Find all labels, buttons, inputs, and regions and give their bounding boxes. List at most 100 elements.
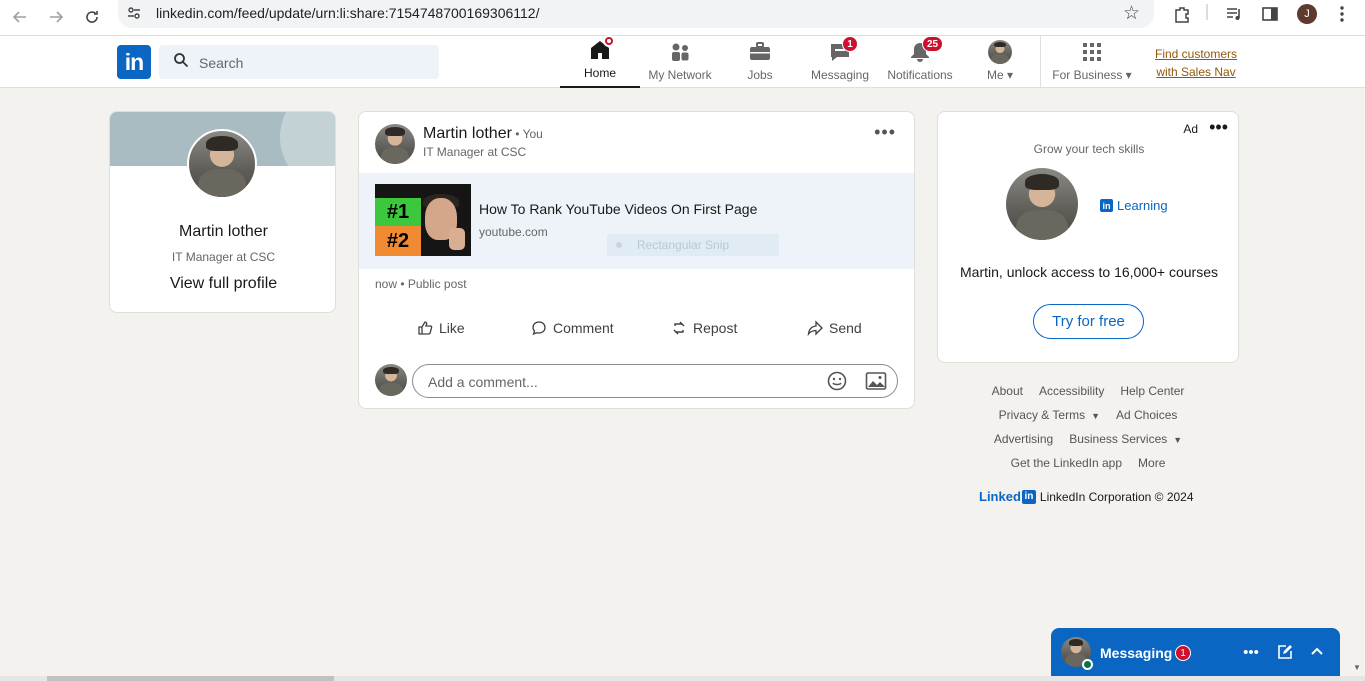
copyright-text: LinkedIn Corporation © 2024 <box>1039 489 1194 504</box>
back-arrow-icon[interactable] <box>6 3 34 31</box>
footer-privacy-terms[interactable]: Privacy & Terms ▼ <box>999 408 1100 422</box>
media-control-icon[interactable] <box>1222 2 1246 26</box>
footer-accessibility[interactable]: Accessibility <box>1039 384 1104 398</box>
network-icon <box>668 40 692 64</box>
post-meta: now • Public post <box>375 277 467 291</box>
side-panel-icon[interactable] <box>1258 2 1282 26</box>
grid-icon <box>1080 40 1104 64</box>
profile-title: IT Manager at CSC <box>171 250 276 264</box>
linkedin-learning-logo: in Learning <box>1100 198 1168 213</box>
nav-home[interactable]: Home <box>560 35 640 88</box>
send-button[interactable]: Send <box>807 314 862 342</box>
forward-arrow-icon[interactable] <box>42 3 70 31</box>
chevron-down-icon: ▾ <box>1006 68 1014 82</box>
comment-placeholder: Add a comment... <box>428 374 538 390</box>
footer-help-center[interactable]: Help Center <box>1120 384 1184 398</box>
post-author-avatar[interactable] <box>375 124 415 164</box>
image-icon[interactable] <box>865 371 887 391</box>
nav-jobs[interactable]: Jobs <box>720 36 800 88</box>
post-author[interactable]: Martin lother • You <box>423 125 543 143</box>
footer-row-1: About Accessibility Help Center <box>937 384 1239 398</box>
snip-overlay: Rectangular Snip <box>607 234 779 256</box>
footer-ad-choices[interactable]: Ad Choices <box>1116 408 1177 422</box>
sales-nav-line-1: Find customers <box>1154 47 1238 61</box>
nav-label-messaging: Messaging <box>810 68 870 82</box>
comment-label: Comment <box>553 320 614 336</box>
home-icon <box>588 35 615 62</box>
avatar <box>988 40 1012 64</box>
scrollbar-thumb[interactable] <box>47 676 334 681</box>
footer-get-app[interactable]: Get the LinkedIn app <box>1011 456 1122 470</box>
messaging-more-icon[interactable]: ••• <box>1241 642 1261 662</box>
browser-profile-avatar[interactable]: J <box>1296 2 1318 26</box>
post-actions: Like Comment Repost Send <box>375 314 900 342</box>
search-placeholder: Search <box>199 55 244 71</box>
compose-icon[interactable] <box>1275 642 1295 662</box>
comment-input[interactable]: Add a comment... <box>412 364 898 398</box>
corporation-line: Linked in LinkedIn Corporation © 2024 <box>979 489 1194 504</box>
browser-toolbar: linkedin.com/feed/update/urn:li:share:71… <box>0 0 1365 36</box>
post-author-name: Martin lother <box>423 125 512 142</box>
nav-for-business[interactable]: For Business ▾ <box>1052 36 1132 88</box>
profile-name[interactable]: Martin lother <box>110 223 335 241</box>
nav-notifications[interactable]: 25 Notifications <box>880 36 960 88</box>
try-for-free-button[interactable]: Try for free <box>1033 304 1144 339</box>
nav-messaging[interactable]: 1 Messaging <box>800 36 880 88</box>
post-you-label: • You <box>511 127 543 141</box>
send-label: Send <box>829 320 862 336</box>
extensions-icon[interactable] <box>1170 2 1194 26</box>
footer-row-2: Privacy & Terms ▼ Ad Choices <box>937 408 1239 422</box>
post-more-icon[interactable]: ••• <box>874 122 896 143</box>
messaging-badge: 1 <box>842 36 858 52</box>
like-button[interactable]: Like <box>417 314 465 342</box>
linkedin-mini-icon: in <box>1021 489 1036 504</box>
footer-business-services[interactable]: Business Services ▼ <box>1069 432 1182 446</box>
nav-label-my-network: My Network <box>648 68 712 82</box>
link-preview[interactable]: #1 #2 How To Rank YouTube Videos On Firs… <box>359 173 914 269</box>
scroll-down-arrow-icon[interactable]: ▼ <box>1353 663 1361 672</box>
linkedin-logo[interactable]: in <box>117 45 151 79</box>
footer-more[interactable]: More <box>1138 456 1165 470</box>
ad-text: Martin, unlock access to 16,000+ courses <box>960 264 1218 280</box>
footer-about[interactable]: About <box>992 384 1023 398</box>
search-input[interactable]: Search <box>159 45 439 79</box>
url-text: linkedin.com/feed/update/urn:li:share:71… <box>156 5 540 21</box>
sales-nav-line-2: with Sales Nav <box>1156 65 1236 79</box>
view-full-profile-link[interactable]: View full profile <box>110 275 335 293</box>
nav-my-network[interactable]: My Network <box>640 36 720 88</box>
send-icon <box>807 320 823 336</box>
chevron-down-icon: ▾ <box>1125 68 1132 82</box>
thumb-label-1: #1 <box>375 198 421 226</box>
emoji-icon[interactable] <box>827 371 847 391</box>
nav-label-home: Home <box>583 66 616 80</box>
me-label: Me <box>986 68 1004 82</box>
learning-label: Learning <box>1117 198 1168 213</box>
home-notification-dot <box>603 35 615 47</box>
messaging-overlay[interactable]: Messaging 1 ••• <box>1051 628 1340 676</box>
nav-me[interactable]: Me ▾ <box>960 36 1040 88</box>
repost-label: Repost <box>693 320 738 336</box>
ad-more-icon[interactable]: ••• <box>1209 117 1228 138</box>
site-settings-icon[interactable] <box>126 5 144 23</box>
reload-icon[interactable] <box>78 3 106 31</box>
messaging-label: Messaging <box>1100 645 1173 661</box>
sales-nav-link[interactable]: Find customers with Sales Nav <box>1150 45 1242 81</box>
linkedin-wordmark: Linked in <box>979 489 1036 504</box>
address-bar[interactable]: linkedin.com/feed/update/urn:li:share:71… <box>118 0 1154 28</box>
like-label: Like <box>439 320 465 336</box>
comment-button[interactable]: Comment <box>531 314 614 342</box>
ad-card: Ad ••• Grow your tech skills in Learning… <box>937 111 1239 363</box>
privacy-terms-label: Privacy & Terms <box>998 408 1086 422</box>
messaging-icon: 1 <box>828 36 858 64</box>
profile-avatar[interactable] <box>187 129 257 199</box>
header-divider <box>1040 36 1041 88</box>
bookmark-star-icon[interactable]: ☆ <box>1123 2 1140 25</box>
footer-advertising[interactable]: Advertising <box>994 432 1053 446</box>
browser-menu-icon[interactable] <box>1332 2 1352 26</box>
linkedin-mini-icon: in <box>1100 199 1113 212</box>
jobs-icon <box>748 40 772 64</box>
linkedin-header: in Search Home My Network Jobs 1 Messagi… <box>0 35 1365 88</box>
repost-button[interactable]: Repost <box>671 314 737 342</box>
chevron-up-icon[interactable] <box>1307 642 1327 662</box>
chevron-down-icon: ▼ <box>1173 435 1183 445</box>
